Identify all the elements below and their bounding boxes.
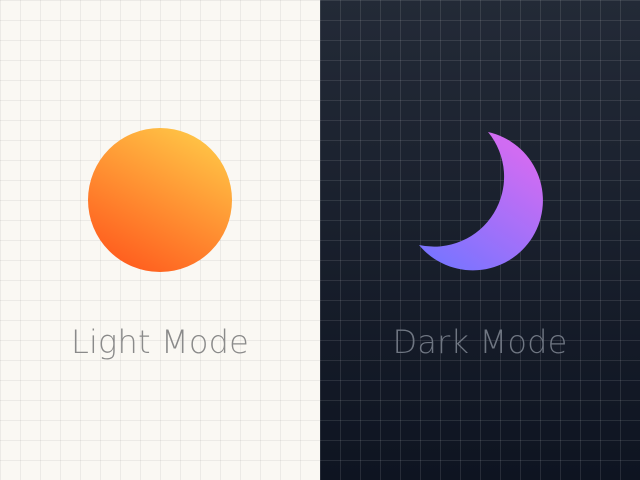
moon-crescent — [419, 132, 543, 271]
sun-icon — [88, 128, 232, 272]
light-mode-label: Light Mode — [70, 323, 250, 361]
sun-disc — [88, 128, 232, 272]
dark-mode-label: Dark Mode — [392, 323, 568, 361]
light-mode-option[interactable]: Light Mode — [0, 0, 320, 480]
sun-icon-container — [0, 0, 320, 320]
dark-mode-option[interactable]: Dark Mode — [320, 0, 640, 480]
moon-icon — [419, 132, 543, 271]
theme-mode-selector: Light Mode Dark Mode — [0, 0, 640, 480]
moon-icon-container — [320, 0, 640, 320]
